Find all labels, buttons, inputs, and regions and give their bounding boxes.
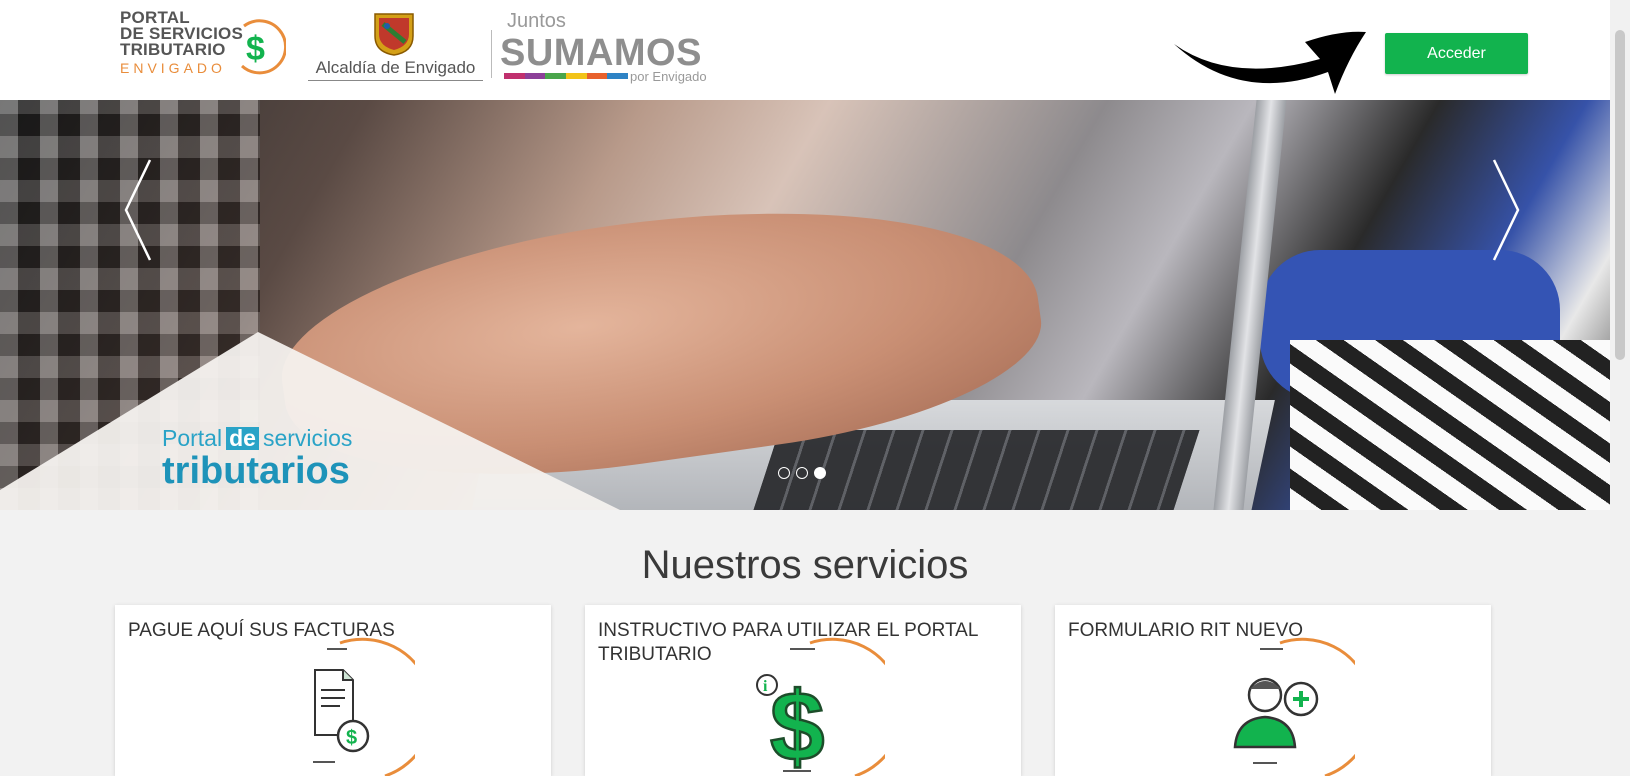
page-scrollbar[interactable] <box>1610 0 1630 776</box>
invoice-dollar-icon: $ <box>313 637 415 776</box>
alcaldia-logo-underline <box>308 80 483 81</box>
hero-caption: Portal de servicios tributarios <box>162 425 352 490</box>
info-dollar-icon: i $ <box>756 637 885 776</box>
portal-logo[interactable]: PORTAL DE SERVICIOS TRIBUTARIO ENVIGADO … <box>120 9 286 85</box>
alcaldia-logo[interactable]: Alcaldía de Envigado <box>308 12 483 84</box>
hero-caption-word1: Portal <box>162 425 223 451</box>
carousel-dot-3[interactable] <box>814 467 826 479</box>
carousel-dot-2[interactable] <box>796 467 808 479</box>
juntos-logo-bottom: por Envigado <box>630 69 707 84</box>
svg-text:i: i <box>763 678 768 695</box>
svg-text:$: $ <box>246 30 265 68</box>
carousel-prev-icon[interactable] <box>120 155 156 265</box>
dollar-ring-icon: $ <box>240 19 286 75</box>
services-title: Nuestros servicios <box>641 543 969 587</box>
pointer-arrow-icon <box>1174 31 1366 94</box>
juntos-logo-color-bar <box>504 73 629 79</box>
juntos-logo-top: Juntos <box>507 10 566 32</box>
add-user-icon <box>1233 637 1355 776</box>
carousel-next-icon[interactable] <box>1488 155 1524 265</box>
service-card-instructivo[interactable]: INSTRUCTIVO PARA UTILIZAR EL PORTAL TRIB… <box>585 605 1021 776</box>
scrollbar-thumb[interactable] <box>1615 30 1625 360</box>
logo-divider <box>491 30 492 78</box>
shield-icon <box>374 13 414 56</box>
carousel-indicators <box>778 467 826 479</box>
svg-text:$: $ <box>770 671 825 776</box>
acceder-button[interactable]: Acceder <box>1385 33 1528 74</box>
site-header: PORTAL DE SERVICIOS TRIBUTARIO ENVIGADO … <box>0 0 1610 100</box>
alcaldia-logo-text: Alcaldía de Envigado <box>315 58 476 77</box>
hero-caption-word2: servicios <box>262 425 353 451</box>
hero-carousel: Portal de servicios tributarios <box>0 100 1610 510</box>
hero-caption-de: de <box>226 427 259 450</box>
hero-caption-line2: tributarios <box>162 450 350 492</box>
juntos-sumamos-logo[interactable]: Juntos SUMAMOS por Envigado <box>500 10 725 85</box>
service-card-pague[interactable]: PAGUE AQUÍ SUS FACTURAS $ <box>115 605 551 776</box>
svg-text:$: $ <box>346 727 357 749</box>
service-card-rit[interactable]: FORMULARIO RIT NUEVO <box>1055 605 1491 776</box>
carousel-dot-1[interactable] <box>778 467 790 479</box>
